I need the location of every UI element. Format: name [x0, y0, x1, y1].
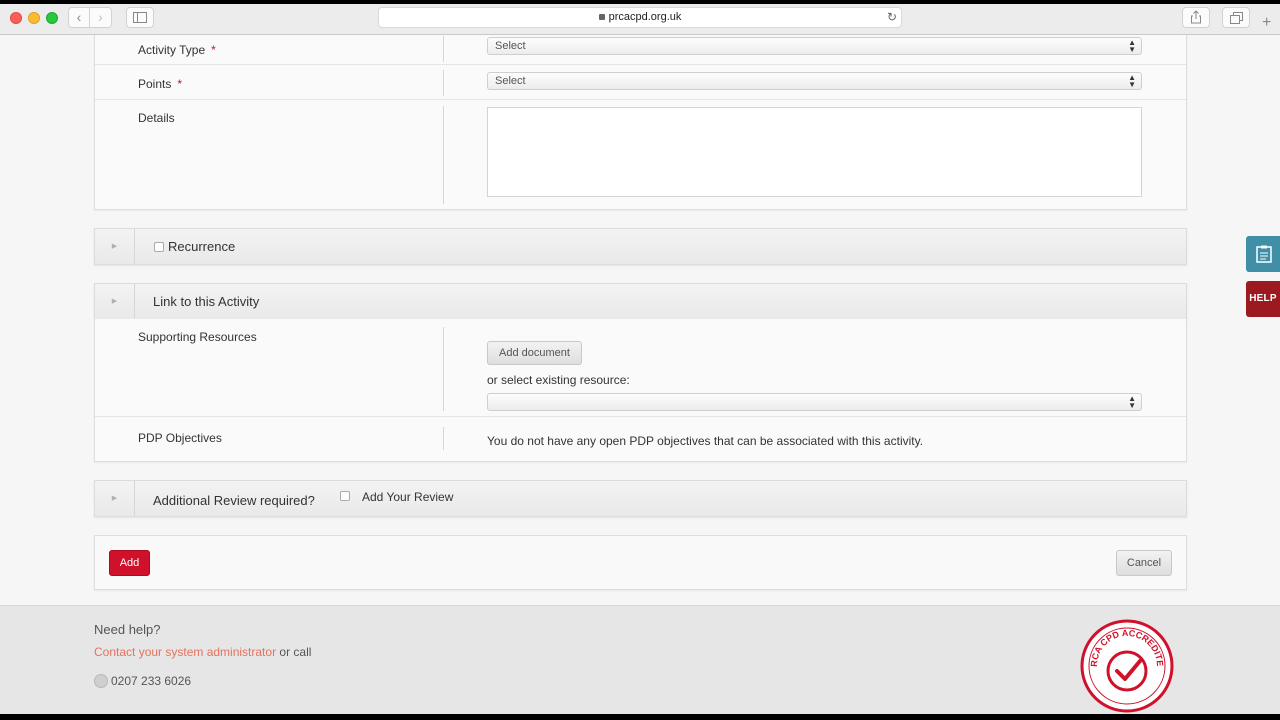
recurrence-checkbox[interactable]: [154, 242, 164, 252]
add-button[interactable]: Add: [109, 550, 150, 576]
activity-type-select[interactable]: Select ▲ ▼: [487, 37, 1142, 55]
required-marker: *: [211, 43, 216, 57]
back-button[interactable]: ‹: [68, 7, 90, 28]
activity-type-select-value: Select: [495, 40, 526, 52]
show-tabs-button[interactable]: [1222, 7, 1250, 28]
minimize-window-button[interactable]: [28, 12, 40, 24]
points-select[interactable]: Select ▲ ▼: [487, 72, 1142, 90]
activity-type-label: Activity Type *: [138, 43, 216, 57]
pdp-objectives-label: PDP Objectives: [138, 431, 222, 445]
share-button[interactable]: [1182, 7, 1210, 28]
prca-accredited-badge: PRCA CPD ACCREDITED: [1080, 619, 1174, 713]
share-icon: [1191, 10, 1201, 24]
sidebar-icon: [133, 12, 147, 23]
select-arrows-icon: ▲ ▼: [1128, 73, 1136, 89]
select-arrows-icon: ▲ ▼: [1128, 38, 1136, 54]
zoom-window-button[interactable]: [46, 12, 58, 24]
supporting-resources-label: Supporting Resources: [138, 330, 257, 344]
link-section-title: Link to this Activity: [153, 294, 260, 309]
activity-type-row: Activity Type * Select ▲ ▼: [95, 35, 1186, 65]
points-label: Points *: [138, 77, 183, 91]
points-row: Points * Select ▲ ▼: [95, 65, 1186, 100]
select-arrows-icon: ▲ ▼: [1128, 394, 1136, 410]
divider: [443, 427, 444, 450]
notes-side-tab[interactable]: [1246, 236, 1280, 272]
expand-arrow-icon[interactable]: ▶: [95, 284, 135, 319]
page-content: Activity Type * Select ▲ ▼ Points * Select …: [0, 35, 1280, 605]
lock-icon: [598, 14, 605, 20]
footer-phone: 0207 233 6026: [94, 674, 191, 688]
phone-icon: [94, 674, 108, 688]
existing-resource-select[interactable]: ▲ ▼: [487, 393, 1142, 411]
footer-title: Need help?: [94, 622, 161, 637]
expand-arrow-icon[interactable]: ▶: [95, 229, 135, 264]
form-actions-panel: Add Cancel: [94, 535, 1187, 590]
cancel-button[interactable]: Cancel: [1116, 550, 1172, 576]
footer-contact: Contact your system administrator or cal…: [94, 645, 311, 659]
contact-admin-link[interactable]: Contact your system administrator: [94, 645, 276, 659]
page-footer: Need help? Contact your system administr…: [0, 605, 1280, 714]
details-row: Details: [95, 100, 1186, 209]
add-review-label[interactable]: Add Your Review: [362, 490, 453, 504]
expand-arrow-icon[interactable]: ▶: [95, 481, 135, 516]
help-side-tab[interactable]: HELP: [1246, 281, 1280, 317]
recurrence-title: Recurrence: [168, 239, 236, 254]
tabs-icon: [1229, 12, 1243, 24]
url-text: prcacpd.org.uk: [608, 11, 682, 23]
sidebar-toggle-button[interactable]: [126, 7, 154, 28]
chevron-right-icon: ›: [98, 9, 103, 25]
review-section-title: Additional Review required?: [153, 493, 315, 508]
chevron-left-icon: ‹: [76, 9, 82, 25]
divider: [443, 327, 444, 411]
contact-suffix: or call: [276, 645, 312, 659]
points-select-value: Select: [495, 75, 526, 87]
new-tab-button[interactable]: +: [1262, 14, 1280, 35]
pdp-objectives-row: PDP Objectives You do not have any open …: [95, 417, 1186, 460]
activity-form-panel: Activity Type * Select ▲ ▼ Points * Select …: [94, 35, 1187, 210]
add-review-checkbox[interactable]: [340, 491, 350, 501]
link-section-header[interactable]: ▶ Link to this Activity: [94, 283, 1187, 320]
add-document-button[interactable]: Add document: [487, 341, 582, 365]
address-bar[interactable]: prcacpd.org.uk ↻: [378, 7, 902, 28]
reload-icon[interactable]: ↻: [887, 8, 897, 27]
divider: [443, 36, 444, 62]
forward-button[interactable]: ›: [90, 7, 112, 28]
close-window-button[interactable]: [10, 12, 22, 24]
phone-number: 0207 233 6026: [111, 674, 192, 688]
required-marker: *: [177, 77, 183, 91]
existing-resource-label: or select existing resource:: [487, 373, 630, 387]
divider: [443, 70, 444, 96]
clipboard-icon: [1256, 245, 1272, 263]
recurrence-section-header[interactable]: ▶ Recurrence: [94, 228, 1187, 265]
supporting-resources-row: Supporting Resources Add document or sel…: [95, 319, 1186, 417]
details-textarea[interactable]: [487, 107, 1142, 197]
divider: [443, 106, 444, 204]
link-section-panel: Supporting Resources Add document or sel…: [94, 319, 1187, 462]
review-section-header: ▶ Additional Review required? Add Your R…: [94, 480, 1187, 517]
browser-toolbar: ‹ › prcacpd.org.uk ↻ +: [0, 4, 1280, 35]
details-label: Details: [138, 111, 175, 125]
pdp-objectives-message: You do not have any open PDP objectives …: [487, 434, 924, 448]
